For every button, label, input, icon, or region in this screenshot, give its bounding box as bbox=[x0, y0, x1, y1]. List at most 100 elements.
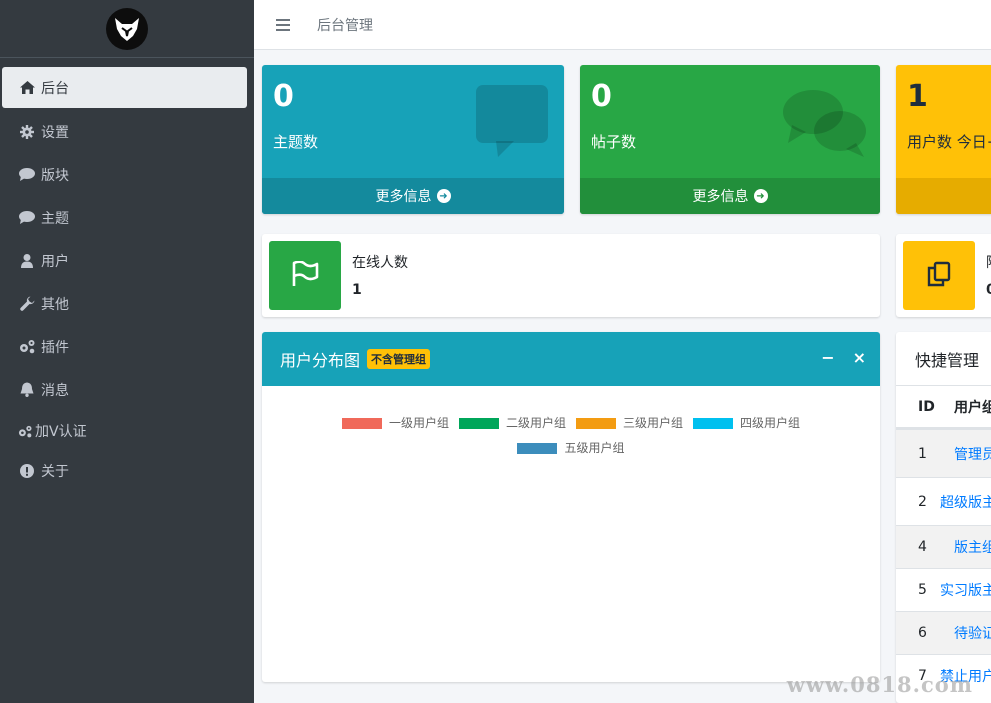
more-info-link[interactable] bbox=[896, 178, 991, 214]
bell-icon bbox=[16, 382, 38, 397]
info-icon-box bbox=[903, 241, 975, 310]
sidebar-item-users[interactable]: 用户 bbox=[2, 239, 247, 282]
row-id: 5 bbox=[918, 582, 927, 598]
card-title: 快捷管理 bbox=[896, 332, 991, 386]
legend-swatch bbox=[341, 418, 382, 429]
more-info-link[interactable]: 更多信息 ➜ bbox=[262, 178, 564, 214]
copy-icon bbox=[927, 261, 951, 291]
user-distribution-card: 用户分布图 不含管理组 − × 一级用户组 二级用户组 三级用户组 四级用户组五级用户… bbox=[262, 332, 880, 682]
legend-item[interactable]: 五级用户组 bbox=[517, 437, 625, 460]
info-box-attachments: 附 0 bbox=[896, 234, 991, 317]
legend-label: 二级用户组 bbox=[505, 416, 566, 430]
more-info-link[interactable]: 更多信息 ➜ bbox=[580, 178, 880, 214]
menu-toggle-icon[interactable] bbox=[276, 16, 290, 34]
comment-icon bbox=[16, 211, 38, 224]
stat-box-posts: 0 帖子数 更多信息 ➜ bbox=[580, 65, 880, 214]
stat-box-threads: 0 主题数 更多信息 ➜ bbox=[262, 65, 564, 214]
sidebar: 后台 设置 版块 主题 用户 其他 插件 消息 加V认证 关于 bbox=[0, 0, 254, 703]
info-value: 1 bbox=[352, 282, 362, 298]
close-button[interactable]: × bbox=[853, 348, 866, 367]
quick-manage-card: 快捷管理 ID 用户组 1 管理员 2 超级版主 4 版主组 5 实习版主 6 … bbox=[896, 332, 991, 703]
gears-icon bbox=[16, 339, 38, 354]
more-info-label: 更多信息 bbox=[375, 189, 432, 205]
sidebar-item-threads[interactable]: 主题 bbox=[2, 196, 247, 239]
legend-label: 五级用户组 bbox=[564, 441, 625, 455]
arrow-circle-right-icon: ➜ bbox=[753, 189, 768, 203]
table-row: 2 超级版主 bbox=[896, 477, 991, 525]
legend-label: 一级用户组 bbox=[388, 416, 449, 430]
arrow-circle-right-icon: ➜ bbox=[436, 189, 451, 203]
stat-value: 0 bbox=[273, 79, 294, 114]
legend-item[interactable]: 一级用户组 bbox=[341, 412, 449, 435]
sidebar-item-label: 版块 bbox=[41, 167, 69, 184]
table-row: 5 实习版主 bbox=[896, 568, 991, 611]
row-id: 1 bbox=[918, 445, 927, 462]
legend-item[interactable]: 三级用户组 bbox=[576, 412, 683, 435]
flag-icon bbox=[291, 259, 319, 291]
wrench-icon bbox=[16, 296, 38, 311]
row-id: 2 bbox=[918, 493, 927, 510]
column-header-id: ID bbox=[918, 398, 935, 415]
group-link[interactable]: 待验证 bbox=[954, 623, 991, 643]
more-info-label: 更多信息 bbox=[692, 189, 749, 205]
comment-icon bbox=[474, 83, 550, 163]
sidebar-item-plugins[interactable]: 插件 bbox=[2, 325, 247, 368]
minimize-button[interactable]: − bbox=[821, 348, 834, 367]
column-header-group: 用户组 bbox=[954, 399, 991, 416]
info-icon-box bbox=[269, 241, 341, 310]
row-id: 4 bbox=[918, 539, 927, 555]
group-link[interactable]: 实习版主 bbox=[940, 580, 991, 600]
sidebar-item-messages[interactable]: 消息 bbox=[2, 368, 247, 411]
sidebar-item-home[interactable]: 后台 bbox=[2, 67, 247, 108]
card-title: 用户分布图 bbox=[280, 351, 361, 370]
watermark: www.0818.com bbox=[786, 672, 973, 697]
sidebar-item-settings[interactable]: 设置 bbox=[2, 110, 247, 153]
info-value: 0 bbox=[986, 282, 991, 298]
legend-swatch bbox=[693, 418, 734, 429]
group-link[interactable]: 版主组 bbox=[954, 537, 991, 557]
sidebar-item-label: 用户 bbox=[41, 253, 69, 270]
stat-label: 主题数 bbox=[273, 133, 319, 151]
info-box-online: 在线人数 1 bbox=[262, 234, 880, 317]
table-row: 1 管理员 bbox=[896, 429, 991, 477]
info-label: 在线人数 bbox=[352, 255, 408, 271]
breadcrumb[interactable]: 后台管理 bbox=[317, 15, 373, 35]
legend-swatch bbox=[458, 418, 499, 429]
legend-label: 四级用户组 bbox=[740, 416, 801, 430]
group-link[interactable]: 超级版主 bbox=[940, 492, 991, 512]
legend-swatch bbox=[576, 418, 616, 429]
sidebar-item-label: 其他 bbox=[41, 296, 69, 313]
sidebar-item-label: 插件 bbox=[41, 339, 69, 356]
info-label: 附 bbox=[986, 252, 991, 272]
stat-label: 用户数 今日+ bbox=[907, 133, 991, 151]
sidebar-item-label: 后台 bbox=[41, 80, 69, 97]
gears-icon bbox=[16, 425, 34, 438]
sidebar-item-other[interactable]: 其他 bbox=[2, 282, 247, 325]
top-navbar: 后台管理 bbox=[254, 0, 991, 50]
home-icon bbox=[16, 81, 38, 94]
card-header: 用户分布图 不含管理组 − × bbox=[262, 332, 880, 386]
logo[interactable] bbox=[106, 7, 148, 50]
sidebar-item-about[interactable]: 关于 bbox=[2, 451, 247, 491]
legend-item[interactable]: 二级用户组 bbox=[458, 412, 566, 435]
table-header: ID 用户组 bbox=[896, 386, 991, 429]
sidebar-item-label: 关于 bbox=[41, 464, 69, 480]
status-badge: 不含管理组 bbox=[367, 349, 431, 369]
sidebar-nav: 后台 设置 版块 主题 用户 其他 插件 消息 加V认证 关于 bbox=[0, 58, 254, 491]
stat-value: 0 bbox=[591, 79, 612, 114]
comment-icon bbox=[16, 168, 38, 181]
legend-item[interactable]: 四级用户组 bbox=[693, 412, 800, 435]
sidebar-item-label: 设置 bbox=[41, 124, 69, 141]
legend-swatch bbox=[517, 443, 558, 454]
group-link[interactable]: 管理员 bbox=[954, 444, 991, 464]
legend-label: 三级用户组 bbox=[623, 416, 684, 430]
logo-area bbox=[0, 0, 254, 58]
gear-icon bbox=[16, 124, 38, 139]
sidebar-item-forums[interactable]: 版块 bbox=[2, 153, 247, 196]
sidebar-item-label: 主题 bbox=[41, 210, 69, 227]
user-icon bbox=[16, 253, 38, 268]
sidebar-item-verify[interactable]: 加V认证 bbox=[2, 411, 247, 451]
stat-box-users: 1 用户数 今日+ bbox=[896, 65, 991, 214]
info-circle-icon bbox=[16, 464, 38, 478]
table-row: 6 待验证 bbox=[896, 611, 991, 654]
